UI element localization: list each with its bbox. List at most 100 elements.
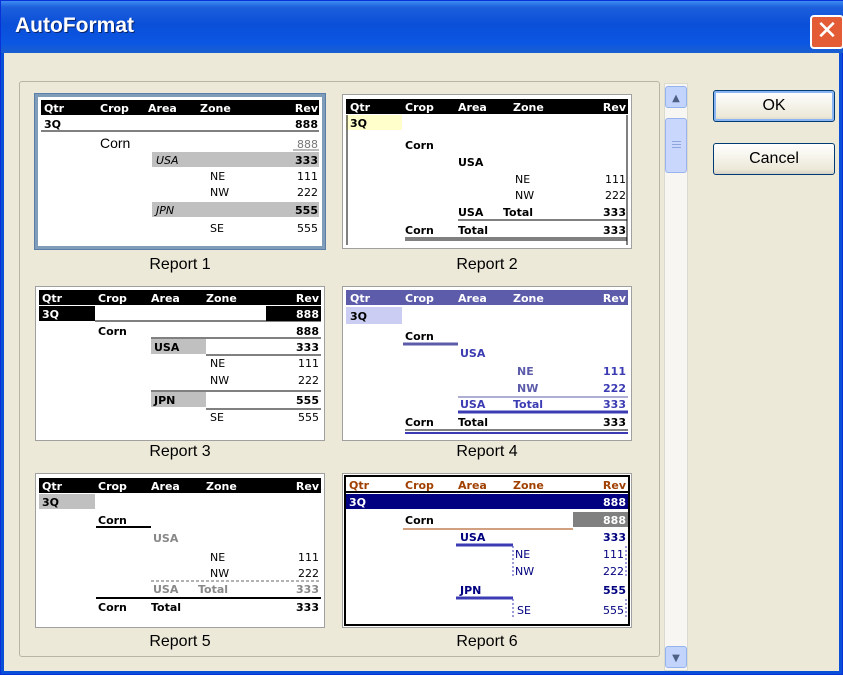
row-area-usa: USA [458, 156, 484, 169]
header-zone: Zone [513, 101, 544, 114]
row-zone-nw-rev: 222 [603, 565, 624, 578]
row-quarter: 3Q [44, 118, 61, 131]
row-zone-ne: NE [515, 548, 530, 561]
report-2-preview[interactable]: Qtr Crop Area Zone Rev 3Q Corn USA NE 11… [342, 94, 632, 249]
header-qtr: Qtr [349, 479, 370, 492]
row-zone-nw-rev: 222 [298, 374, 319, 387]
row-zone-nw: NW [515, 189, 534, 202]
row-corn-total-rev: 333 [603, 416, 626, 429]
scroll-down-button[interactable]: ▼ [665, 646, 687, 668]
row-corn-total-rev: 333 [296, 601, 319, 614]
row-zone-se: SE [210, 222, 224, 235]
header-crop: Crop [98, 292, 127, 305]
row-crop: Corn [100, 135, 130, 151]
row-quarter: 3Q [350, 117, 367, 130]
row-zone-ne: NE [517, 365, 534, 378]
header-qtr: Qtr [350, 101, 371, 114]
row-zone-ne-rev: 111 [605, 173, 626, 186]
report-4-table: Qtr Crop Area Zone Rev 3Q Corn USA NE 11… [346, 290, 628, 434]
header-qtr: Qtr [42, 480, 63, 493]
header-area: Area [458, 292, 487, 305]
row-zone-se-rev: 555 [297, 222, 318, 235]
row-zone-nw: NW [210, 567, 229, 580]
row-crop-rev: 888 [296, 325, 319, 338]
row-usa-total: Total [503, 206, 533, 219]
row-quarter: 3Q [42, 496, 59, 509]
row-zone-nw: NW [210, 186, 229, 199]
header-area: Area [151, 292, 180, 305]
row-crop: Corn [405, 330, 434, 343]
title-bar: AutoFormat ✕ [1, 1, 843, 53]
row-usa-total-label: USA [153, 583, 179, 596]
report-3-table: Qtr Crop Area Zone Rev 3Q 888 Corn 888 U… [39, 290, 321, 424]
row-crop: Corn [98, 325, 127, 338]
header-rev: Rev [603, 479, 627, 492]
row-zone-se: SE [210, 411, 224, 424]
header-area: Area [148, 102, 177, 115]
report-4-caption: Report 4 [456, 443, 518, 460]
row-crop-rev: 888 [603, 514, 626, 527]
report-6-table: Qtr Crop Area Zone Rev 3Q 888 Corn 888 U… [344, 475, 630, 626]
row-usa-total: Total [198, 583, 228, 596]
header-crop: Crop [98, 480, 127, 493]
header-crop: Crop [405, 292, 434, 305]
scroll-up-button[interactable]: ▲ [665, 86, 687, 108]
row-crop: Corn [98, 514, 127, 527]
row-area-jpn: JPN [459, 584, 481, 597]
header-area: Area [458, 101, 487, 114]
row-crop-rev: 888 [297, 138, 318, 151]
row-quarter-rev: 888 [296, 308, 319, 321]
row-corn-total: Total [151, 601, 181, 614]
row-corn-total-label: Corn [405, 416, 434, 429]
header-qtr: Qtr [350, 292, 371, 305]
header-crop: Crop [405, 101, 434, 114]
row-corn-total-label: Corn [98, 601, 127, 614]
close-button[interactable]: ✕ [810, 15, 843, 49]
row-quarter: 3Q [350, 310, 367, 323]
header-zone: Zone [513, 292, 544, 305]
header-zone: Zone [200, 102, 231, 115]
report-5-preview[interactable]: Qtr Crop Area Zone Rev 3Q Corn USA NE 11… [35, 473, 325, 628]
row-zone-nw-rev: 222 [605, 189, 626, 202]
row-area-usa-rev: 333 [603, 531, 626, 544]
report-3-caption: Report 3 [149, 443, 211, 460]
header-area: Area [458, 479, 487, 492]
row-area-usa: USA [153, 532, 179, 545]
row-usa-total-rev: 333 [603, 398, 626, 411]
close-icon: ✕ [816, 16, 838, 46]
row-zone-nw-rev: 222 [603, 382, 626, 395]
report-2-table: Qtr Crop Area Zone Rev 3Q Corn USA NE 11… [346, 99, 628, 245]
row-zone-nw: NW [517, 382, 538, 395]
row-zone-ne: NE [210, 357, 225, 370]
ok-button[interactable]: OK [713, 90, 835, 122]
report-3-preview[interactable]: Qtr Crop Area Zone Rev 3Q 888 Corn 888 U… [35, 286, 325, 441]
row-area-usa: USA [154, 341, 180, 354]
report-4-preview[interactable]: Qtr Crop Area Zone Rev 3Q Corn USA NE 11… [342, 286, 632, 441]
report-1-caption: Report 1 [149, 256, 211, 273]
row-zone-ne-rev: 111 [603, 548, 624, 561]
row-zone-ne: NE [210, 170, 225, 183]
row-corn-total: Total [458, 224, 488, 237]
report-1-preview[interactable]: Qtr Crop Area Zone Rev 3Q 888 Corn 888 U… [35, 94, 325, 249]
row-quarter-rev: 888 [295, 118, 318, 131]
row-crop: Corn [405, 139, 434, 152]
row-area-usa: USA [460, 347, 486, 360]
cancel-button[interactable]: Cancel [713, 143, 835, 175]
header-rev: Rev [296, 292, 320, 305]
scroll-thumb[interactable] [665, 118, 687, 173]
row-area-usa: USA [460, 531, 486, 544]
row-zone-nw-rev: 222 [298, 567, 319, 580]
row-zone-se-rev: 555 [298, 411, 319, 424]
row-quarter-rev: 888 [603, 496, 626, 509]
gallery-scrollbar[interactable]: ▲ ▼ [664, 83, 688, 671]
report-6-preview[interactable]: Qtr Crop Area Zone Rev 3Q 888 Corn 888 U… [342, 473, 632, 628]
header-qtr: Qtr [42, 292, 63, 305]
header-rev: Rev [603, 292, 627, 305]
header-rev: Rev [603, 101, 627, 114]
row-zone-ne: NE [210, 551, 225, 564]
header-crop: Crop [100, 102, 129, 115]
row-crop: Corn [405, 514, 434, 527]
row-usa-total-rev: 333 [603, 206, 626, 219]
header-area: Area [151, 480, 180, 493]
row-usa-total-rev: 333 [296, 583, 319, 596]
